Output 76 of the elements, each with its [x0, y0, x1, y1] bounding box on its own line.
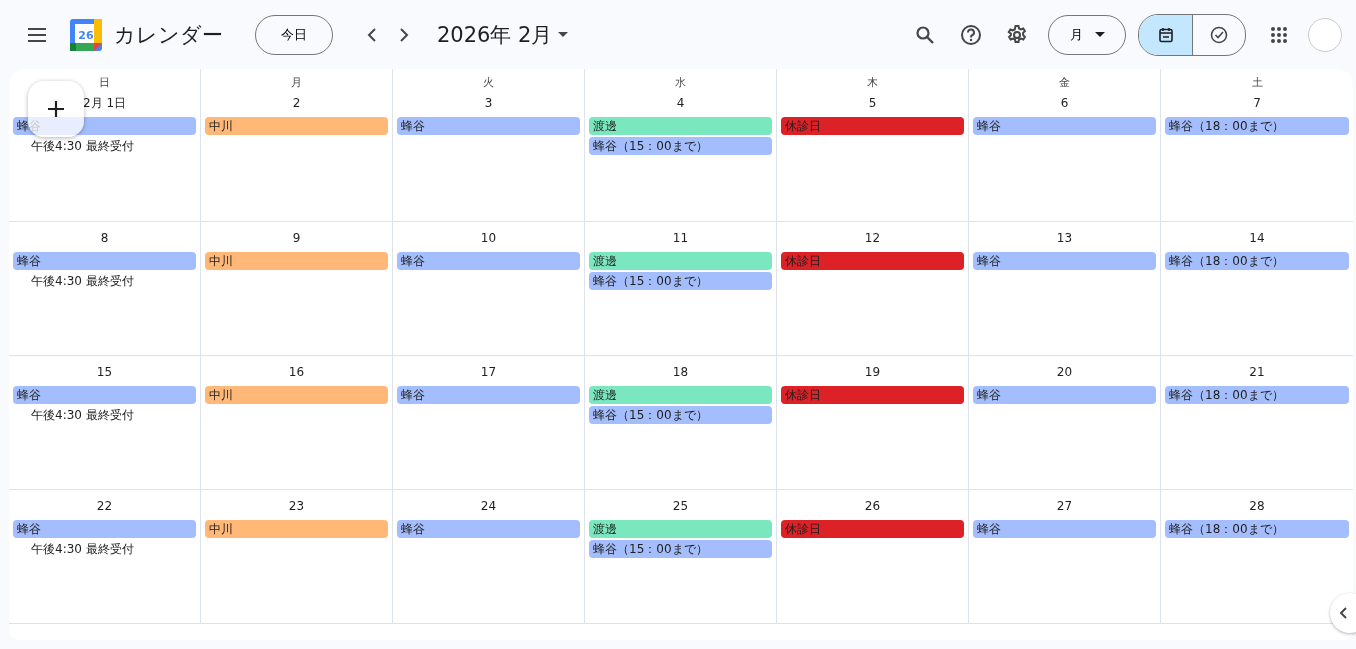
event-text[interactable]: 午後4:30 最終受付 — [13, 272, 196, 290]
event-chip[interactable]: 蜂谷（15：00まで） — [589, 540, 772, 558]
date-number[interactable]: 10 — [397, 228, 580, 248]
event-chip[interactable]: 中川 — [205, 117, 388, 135]
date-number[interactable]: 2 — [205, 93, 388, 113]
weekday-label: 金 — [1058, 75, 1071, 91]
weekday-label: 月 — [290, 75, 303, 91]
date-number[interactable]: 28 — [1165, 496, 1349, 516]
chevron-left-icon — [1339, 607, 1347, 619]
date-number[interactable]: 9 — [205, 228, 388, 248]
date-number[interactable]: 5 — [781, 93, 964, 113]
date-number[interactable]: 3 — [397, 93, 580, 113]
date-number[interactable]: 26 — [781, 496, 964, 516]
date-number[interactable]: 6 — [973, 93, 1156, 113]
weekday-label: 火 — [482, 75, 495, 91]
event-chip[interactable]: 中川 — [205, 252, 388, 270]
event-chip[interactable]: 中川 — [205, 520, 388, 538]
event-chip[interactable]: 蜂谷（18：00まで） — [1165, 386, 1349, 404]
event-chip[interactable]: 蜂谷 — [13, 252, 196, 270]
date-number[interactable]: 12 — [781, 228, 964, 248]
date-number[interactable]: 13 — [973, 228, 1156, 248]
date-number[interactable]: 20 — [973, 362, 1156, 382]
date-number[interactable]: 21 — [1165, 362, 1349, 382]
plus-icon — [46, 99, 66, 119]
event-text[interactable]: 午後4:30 最終受付 — [13, 137, 196, 155]
date-number[interactable]: 4 — [589, 93, 772, 113]
event-chip[interactable]: 渡邊 — [589, 386, 772, 404]
month-picker[interactable]: 2026年 2月 — [433, 16, 573, 53]
view-toggle-button[interactable] — [1139, 14, 1192, 55]
event-chip[interactable]: 中川 — [205, 386, 388, 404]
check-circle-icon — [1209, 24, 1229, 45]
caret-icon — [1094, 32, 1105, 37]
calendar-logo: 26 — [70, 18, 102, 51]
date-number[interactable]: 19 — [781, 362, 964, 382]
event-chip[interactable]: 蜂谷 — [973, 252, 1156, 270]
event-chip[interactable]: 蜂谷（15：00まで） — [589, 137, 772, 155]
weekday-label: 土 — [1250, 75, 1264, 91]
app-title: カレンダー — [114, 21, 223, 49]
date-number[interactable]: 7 — [1165, 93, 1349, 113]
date-number[interactable]: 27 — [973, 496, 1156, 516]
event-chip[interactable]: 渡邊 — [589, 520, 772, 538]
event-chip[interactable]: 蜂谷（18：00まで） — [1165, 252, 1349, 270]
date-number[interactable]: 2月 1日 — [13, 93, 196, 113]
date-number[interactable]: 11 — [589, 228, 772, 248]
event-chip[interactable]: 蜂谷（15：00まで） — [589, 272, 772, 290]
weekday-label: 水 — [674, 75, 687, 91]
event-chip[interactable]: 蜂谷 — [13, 520, 196, 538]
event-chip[interactable]: 蜂谷 — [973, 117, 1156, 135]
date-number[interactable]: 8 — [13, 228, 196, 248]
calendar-icon — [1156, 25, 1175, 44]
event-text[interactable]: 午後4:30 最終受付 — [13, 540, 196, 558]
date-number[interactable]: 15 — [13, 362, 196, 382]
date-number[interactable]: 23 — [205, 496, 388, 516]
event-chip[interactable]: 蜂谷（18：00まで） — [1165, 117, 1349, 135]
weekday-label: 木 — [866, 75, 879, 91]
event-chip[interactable]: 蜂谷（18：00まで） — [1165, 520, 1349, 538]
event-chip[interactable]: 蜂谷 — [13, 386, 196, 404]
event-chip[interactable]: 蜂谷（15：00まで） — [589, 406, 772, 424]
date-number[interactable]: 16 — [205, 362, 388, 382]
event-chip[interactable]: 蜂谷 — [397, 520, 580, 538]
date-number[interactable]: 18 — [589, 362, 772, 382]
event-chip[interactable]: 蜂谷 — [397, 386, 580, 404]
date-number[interactable]: 22 — [13, 496, 196, 516]
event-chip[interactable]: 蜂谷 — [397, 252, 580, 270]
event-chip[interactable]: 蜂谷 — [973, 520, 1156, 538]
event-chip[interactable]: 蜂谷 — [397, 117, 580, 135]
date-number[interactable]: 17 — [397, 362, 580, 382]
event-chip[interactable]: 渡邊 — [589, 252, 772, 270]
weekday-label: 日 — [98, 75, 111, 91]
date-number[interactable]: 25 — [589, 496, 772, 516]
event-chip[interactable]: 渡邊 — [589, 117, 772, 135]
event-chip[interactable]: 蜂谷 — [973, 386, 1156, 404]
date-number[interactable]: 14 — [1165, 228, 1349, 248]
caret-icon — [558, 32, 569, 37]
date-number[interactable]: 24 — [397, 496, 580, 516]
event-text[interactable]: 午後4:30 最終受付 — [13, 406, 196, 424]
